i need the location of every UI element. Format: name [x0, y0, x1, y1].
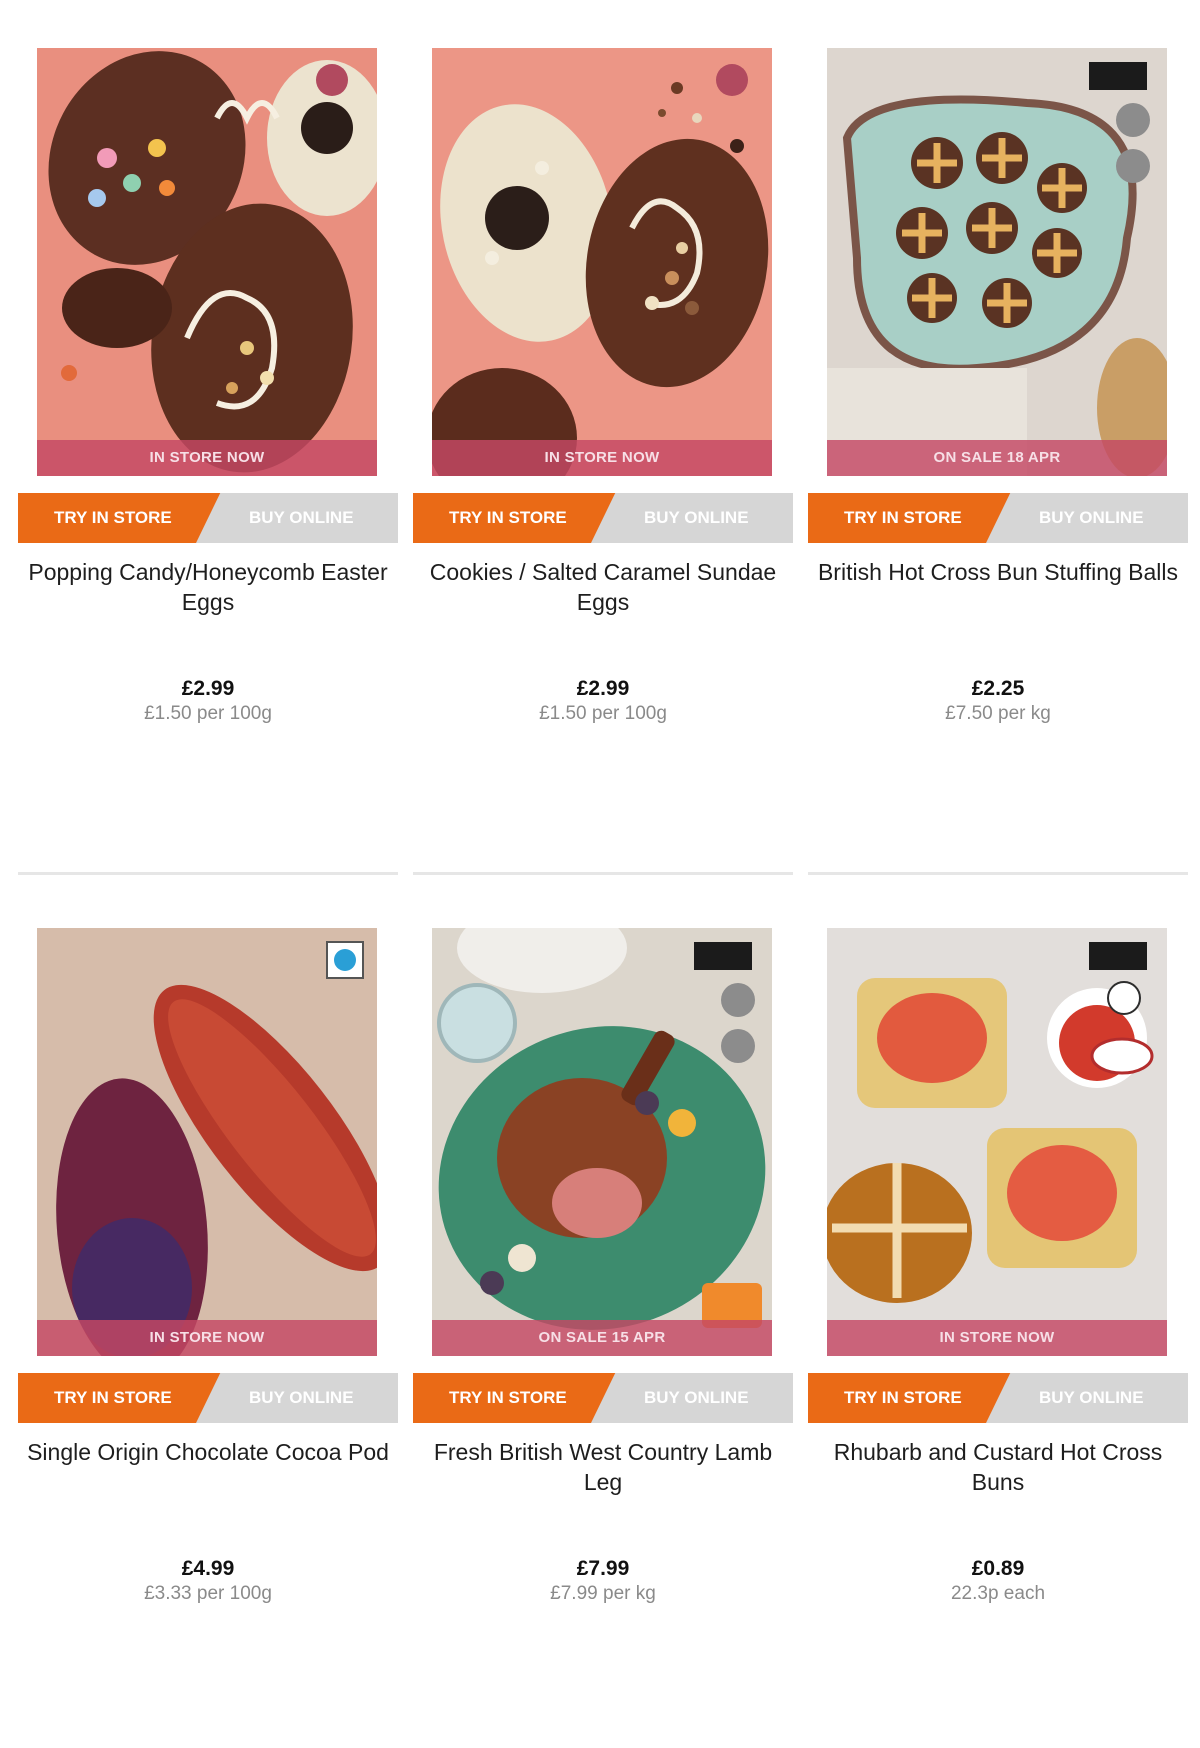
product-name[interactable]: Cookies / Salted Caramel Sundae Eggs: [413, 557, 793, 677]
try-in-store-button[interactable]: TRY IN STORE: [18, 1373, 221, 1423]
product-price: £0.89: [971, 1557, 1025, 1580]
product-name[interactable]: British Hot Cross Bun Stuffing Balls: [808, 557, 1188, 677]
product-card[interactable]: IN STORE NOW TRY IN STORE BUY ONLINE Rhu…: [808, 928, 1188, 1748]
product-card[interactable]: IN STORE NOW TRY IN STORE BUY ONLINE Coo…: [413, 48, 793, 868]
sundae-eggs-image[interactable]: IN STORE NOW: [432, 48, 772, 476]
unit-price: £3.33 per 100g: [144, 1583, 272, 1604]
product-price: £2.25: [971, 677, 1025, 700]
unit-price: 22.3p each: [950, 1583, 1046, 1604]
purchase-options: TRY IN STORE BUY ONLINE: [413, 1373, 793, 1423]
unit-price: £7.99 per kg: [550, 1583, 656, 1604]
unit-price: £1.50 per 100g: [144, 703, 272, 724]
unit-price: £1.50 per 100g: [539, 703, 667, 724]
try-in-store-button[interactable]: TRY IN STORE: [808, 1373, 1011, 1423]
cocoa-pod-image[interactable]: IN STORE NOW: [37, 928, 377, 1356]
try-in-store-button[interactable]: TRY IN STORE: [18, 493, 221, 543]
hot-cross-buns-image[interactable]: IN STORE NOW: [827, 928, 1167, 1356]
availability-badge: IN STORE NOW: [37, 1320, 377, 1356]
product-price: £7.99: [576, 1557, 630, 1580]
try-in-store-button[interactable]: TRY IN STORE: [413, 1373, 616, 1423]
availability-badge: IN STORE NOW: [827, 1320, 1167, 1356]
chocolate-easter-eggs-image[interactable]: IN STORE NOW: [37, 48, 377, 476]
product-price: £4.99: [181, 1557, 235, 1580]
product-price: £2.99: [181, 677, 235, 700]
product-card[interactable]: IN STORE NOW TRY IN STORE BUY ONLINE Sin…: [18, 928, 398, 1748]
purchase-options: TRY IN STORE BUY ONLINE: [808, 493, 1188, 543]
purchase-options: TRY IN STORE BUY ONLINE: [413, 493, 793, 543]
purchase-options: TRY IN STORE BUY ONLINE: [808, 1373, 1188, 1423]
buy-online-button[interactable]: BUY ONLINE: [591, 493, 793, 543]
availability-badge: IN STORE NOW: [37, 440, 377, 476]
buy-online-button[interactable]: BUY ONLINE: [196, 1373, 398, 1423]
buy-online-button[interactable]: BUY ONLINE: [986, 493, 1188, 543]
buy-online-button[interactable]: BUY ONLINE: [196, 493, 398, 543]
product-name[interactable]: Popping Candy/Honeycomb Easter Eggs: [18, 557, 398, 677]
product-name[interactable]: Single Origin Chocolate Cocoa Pod: [18, 1437, 398, 1557]
product-row: IN STORE NOW TRY IN STORE BUY ONLINE Sin…: [18, 870, 1188, 1705]
availability-badge: ON SALE 15 APR: [432, 1320, 772, 1356]
product-grid: IN STORE NOW TRY IN STORE BUY ONLINE Pop…: [18, 0, 1188, 1705]
product-card[interactable]: ON SALE 18 APR TRY IN STORE BUY ONLINE B…: [808, 48, 1188, 868]
product-price: £2.99: [576, 677, 630, 700]
product-row: IN STORE NOW TRY IN STORE BUY ONLINE Pop…: [18, 0, 1188, 875]
lamb-leg-image[interactable]: ON SALE 15 APR: [432, 928, 772, 1356]
buy-online-button[interactable]: BUY ONLINE: [591, 1373, 793, 1423]
try-in-store-button[interactable]: TRY IN STORE: [413, 493, 616, 543]
stuffing-balls-image[interactable]: ON SALE 18 APR: [827, 48, 1167, 476]
product-name[interactable]: Rhubarb and Custard Hot Cross Buns: [808, 1437, 1188, 1557]
product-name[interactable]: Fresh British West Country Lamb Leg: [413, 1437, 793, 1557]
purchase-options: TRY IN STORE BUY ONLINE: [18, 493, 398, 543]
unit-price: £7.50 per kg: [945, 703, 1051, 724]
purchase-options: TRY IN STORE BUY ONLINE: [18, 1373, 398, 1423]
try-in-store-button[interactable]: TRY IN STORE: [808, 493, 1011, 543]
availability-badge: IN STORE NOW: [432, 440, 772, 476]
product-card[interactable]: ON SALE 15 APR TRY IN STORE BUY ONLINE F…: [413, 928, 793, 1748]
buy-online-button[interactable]: BUY ONLINE: [986, 1373, 1188, 1423]
availability-badge: ON SALE 18 APR: [827, 440, 1167, 476]
product-card[interactable]: IN STORE NOW TRY IN STORE BUY ONLINE Pop…: [18, 48, 398, 868]
